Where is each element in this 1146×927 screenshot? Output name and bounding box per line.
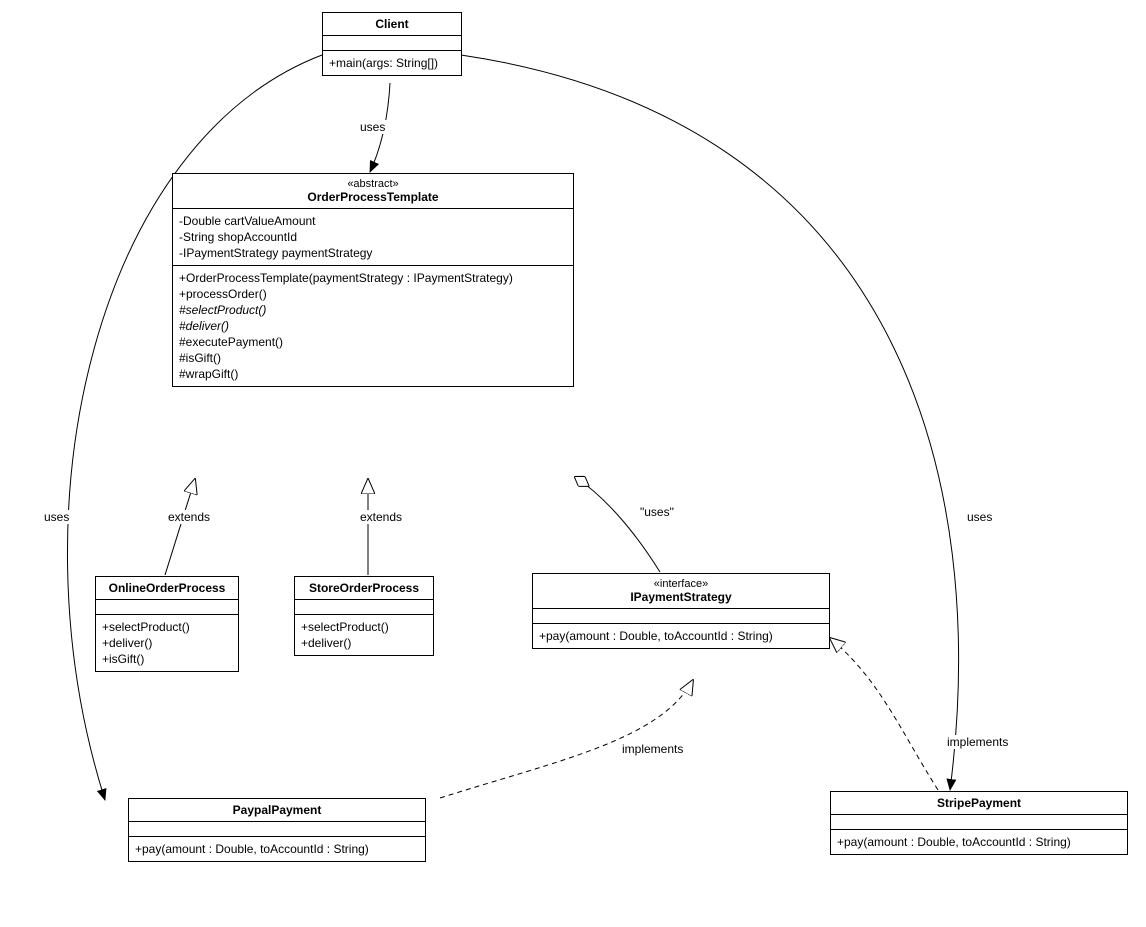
class-name: IPaymentStrategy — [630, 590, 731, 604]
class-name: StripePayment — [937, 796, 1021, 810]
class-store-order-process: StoreOrderProcess +selectProduct() +deli… — [294, 576, 434, 656]
op: +deliver() — [301, 635, 427, 651]
op: +isGift() — [102, 651, 232, 667]
label-implements: implements — [945, 735, 1010, 749]
op: +pay(amount : Double, toAccountId : Stri… — [135, 841, 419, 857]
uml-diagram: Client +main(args: String[]) «abstract» … — [0, 0, 1146, 927]
op: #executePayment() — [179, 334, 567, 350]
attr: -String shopAccountId — [179, 229, 567, 245]
op: +selectProduct() — [102, 619, 232, 635]
class-name: OnlineOrderProcess — [109, 581, 226, 595]
op: +main(args: String[]) — [329, 55, 455, 71]
class-order-process-template: «abstract» OrderProcessTemplate -Double … — [172, 173, 574, 387]
op: #selectProduct() — [179, 302, 567, 318]
op: #deliver() — [179, 318, 567, 334]
label-implements: implements — [620, 742, 685, 756]
attr: -Double cartValueAmount — [179, 213, 567, 229]
op: +pay(amount : Double, toAccountId : Stri… — [539, 628, 823, 644]
class-ipayment-strategy: «interface» IPaymentStrategy +pay(amount… — [532, 573, 830, 649]
class-client: Client +main(args: String[]) — [322, 12, 462, 76]
class-name: StoreOrderProcess — [309, 581, 419, 595]
class-name: Client — [375, 17, 408, 31]
op: +processOrder() — [179, 286, 567, 302]
label-uses: uses — [965, 510, 994, 524]
class-paypal-payment: PaypalPayment +pay(amount : Double, toAc… — [128, 798, 426, 862]
op: #isGift() — [179, 350, 567, 366]
label-uses: uses — [358, 120, 387, 134]
op: #wrapGift() — [179, 366, 567, 382]
op: +selectProduct() — [301, 619, 427, 635]
class-stripe-payment: StripePayment +pay(amount : Double, toAc… — [830, 791, 1128, 855]
op: +pay(amount : Double, toAccountId : Stri… — [837, 834, 1121, 850]
class-online-order-process: OnlineOrderProcess +selectProduct() +del… — [95, 576, 239, 672]
class-name: PaypalPayment — [233, 803, 322, 817]
stereotype: «abstract» — [179, 178, 567, 190]
attr: -IPaymentStrategy paymentStrategy — [179, 245, 567, 261]
connectors — [0, 0, 1146, 927]
label-extends: extends — [166, 510, 212, 524]
label-uses-quoted: "uses" — [638, 505, 676, 519]
class-name: OrderProcessTemplate — [307, 190, 438, 204]
op: +OrderProcessTemplate(paymentStrategy : … — [179, 270, 567, 286]
label-extends: extends — [358, 510, 404, 524]
stereotype: «interface» — [539, 578, 823, 590]
label-uses: uses — [42, 510, 71, 524]
op: +deliver() — [102, 635, 232, 651]
